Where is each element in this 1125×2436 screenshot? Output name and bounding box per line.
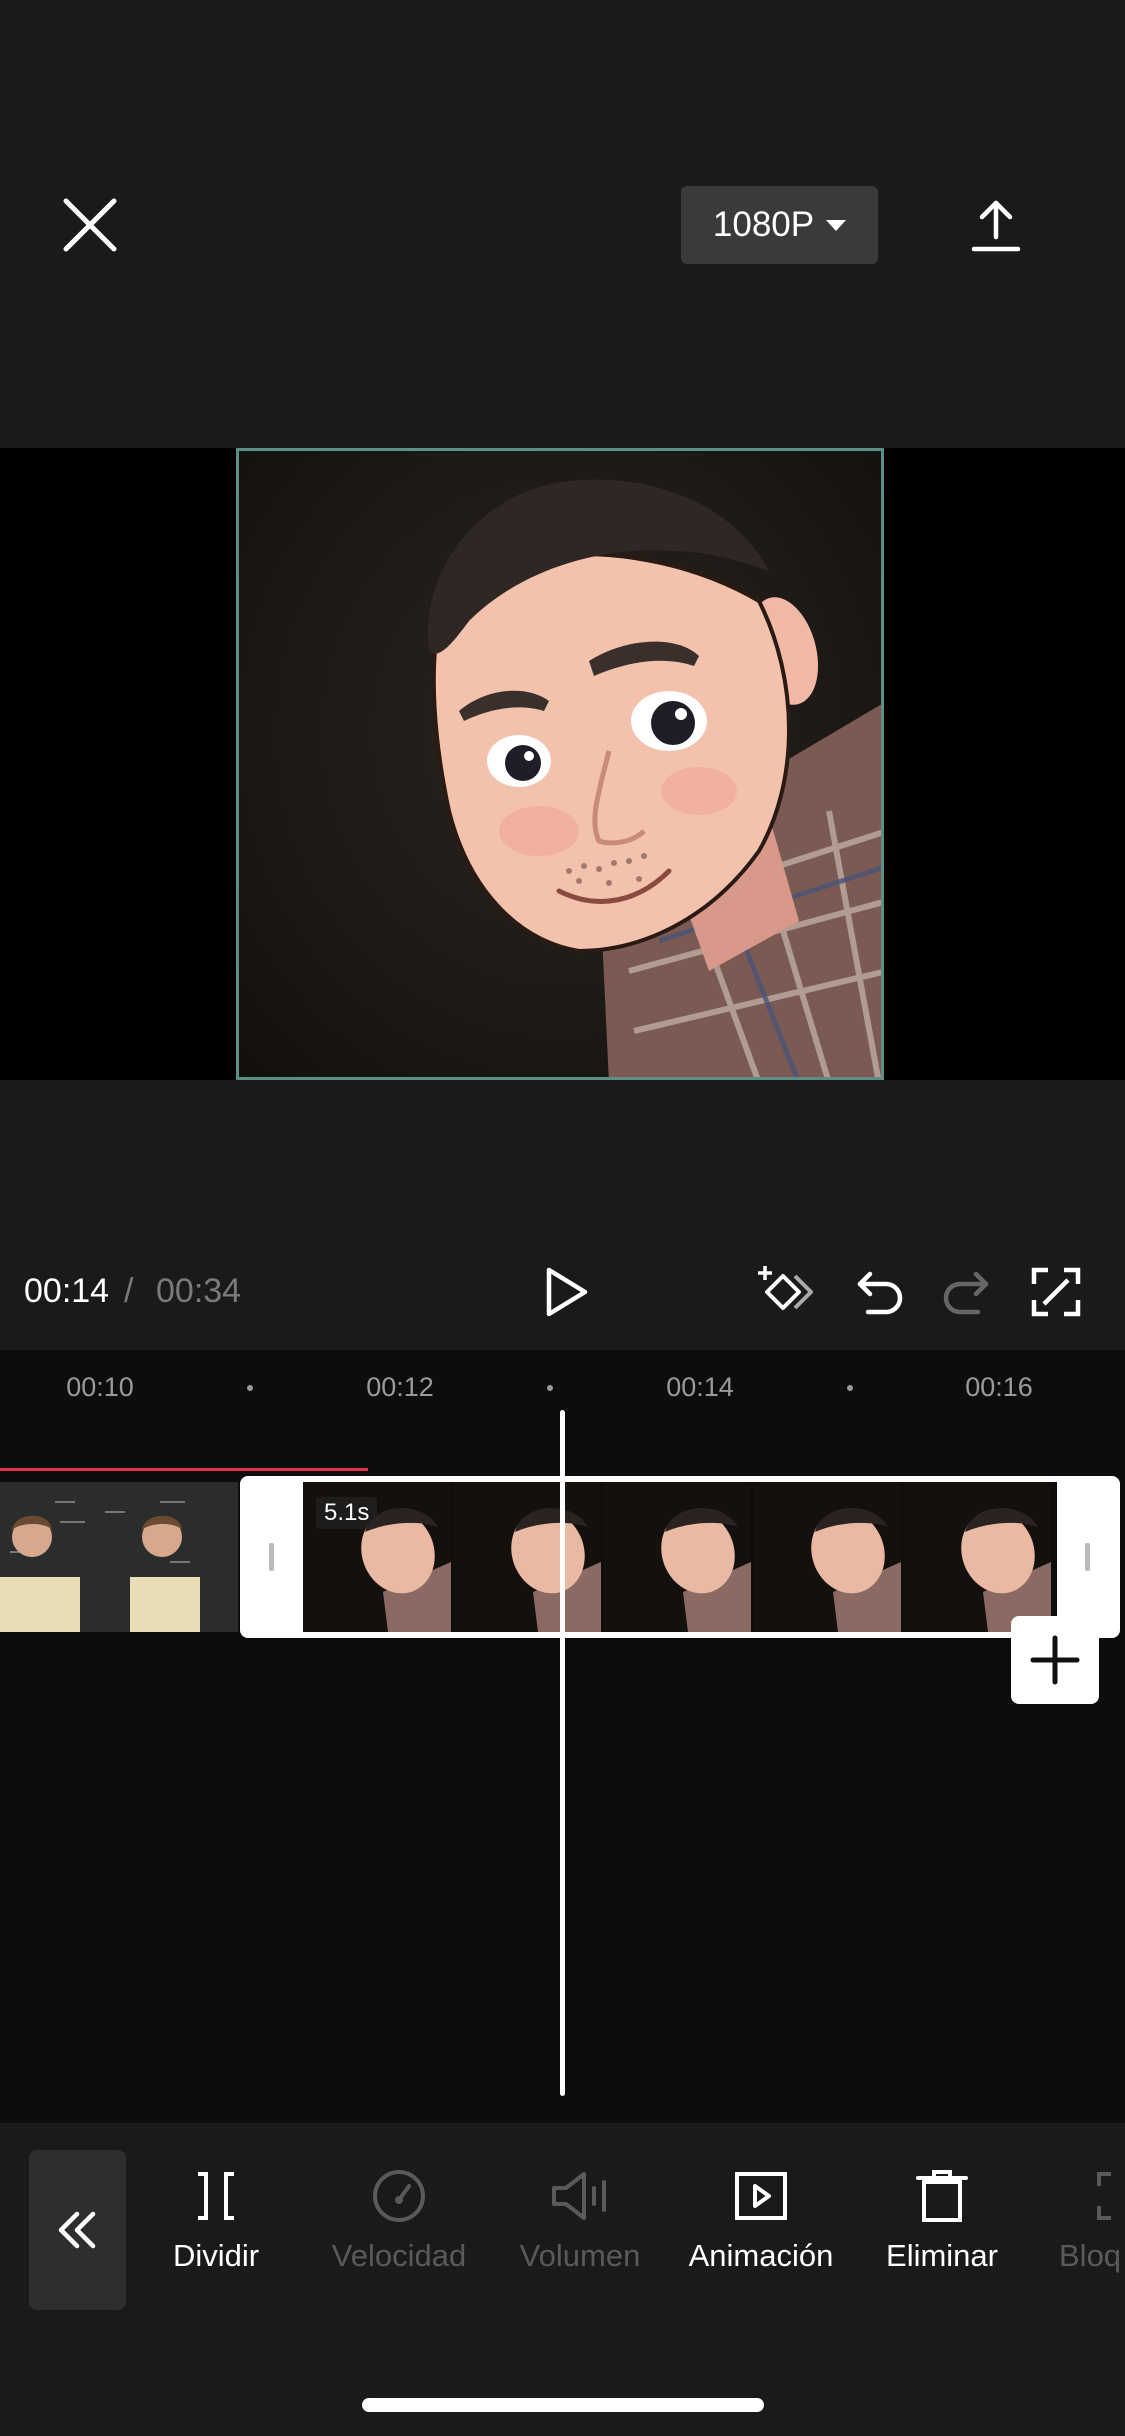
add-clip-button[interactable] xyxy=(1011,1616,1099,1704)
ruler-dot xyxy=(847,1385,853,1391)
close-icon xyxy=(63,198,117,252)
clip-thumbnail xyxy=(903,1482,1051,1632)
tool-speed[interactable]: Velocidad xyxy=(309,2168,489,2298)
speed-icon xyxy=(373,2170,425,2222)
tool-label: Eliminar xyxy=(886,2238,998,2273)
undo-icon xyxy=(857,1271,903,1315)
collapse-toolbar-button[interactable] xyxy=(29,2150,126,2310)
selected-clip-thumbnails xyxy=(303,1482,1057,1632)
ruler-dot xyxy=(247,1385,253,1391)
top-bar xyxy=(0,0,1125,448)
keyframe-add-icon xyxy=(758,1266,813,1310)
ruler-label: 00:14 xyxy=(666,1372,734,1402)
redo-button[interactable] xyxy=(938,1262,998,1322)
redo-icon xyxy=(943,1271,989,1315)
tool-split[interactable]: Dividir xyxy=(126,2168,306,2298)
close-button[interactable] xyxy=(60,195,120,255)
fullscreen-button[interactable] xyxy=(1026,1262,1086,1322)
tool-label: Volumen xyxy=(519,2238,641,2273)
export-icon xyxy=(971,200,1021,252)
volume-icon xyxy=(552,2172,606,2220)
resolution-label: 1080P xyxy=(712,205,815,244)
resolution-dropdown[interactable]: 1080P xyxy=(681,186,878,264)
play-icon xyxy=(546,1267,588,1317)
audio-track-line xyxy=(0,1468,368,1471)
clip-right-handle[interactable] xyxy=(1085,1543,1090,1571)
tool-animation[interactable]: Animación xyxy=(671,2168,851,2298)
clip-thumbnail xyxy=(453,1482,601,1632)
tool-volume[interactable]: Volumen xyxy=(490,2168,670,2298)
current-time: 00:14 xyxy=(24,1272,110,1310)
cartoon-portrait-image xyxy=(427,479,881,1077)
ruler-dot xyxy=(547,1385,553,1391)
previous-clip[interactable] xyxy=(0,1482,238,1632)
caret-down-icon xyxy=(826,219,847,231)
tool-label: Velocidad xyxy=(331,2238,467,2273)
clip-duration-label: 5.1s xyxy=(316,1497,378,1529)
playhead[interactable] xyxy=(560,1410,565,2096)
tool-label: Bloq xyxy=(1059,2238,1122,2273)
total-time: 00:34 xyxy=(156,1272,242,1310)
time-separator: / xyxy=(124,1272,134,1310)
animation-icon xyxy=(735,2172,787,2220)
trash-icon xyxy=(916,2170,968,2222)
clip-left-handle[interactable] xyxy=(269,1543,274,1571)
export-button[interactable] xyxy=(970,195,1022,255)
double-chevron-left-icon xyxy=(58,2211,96,2249)
tool-delete[interactable]: Eliminar xyxy=(852,2168,1032,2298)
tool-lock[interactable]: Bloq xyxy=(1033,2168,1125,2298)
home-indicator xyxy=(362,2398,764,2412)
tool-label: Dividir xyxy=(172,2238,260,2273)
split-icon xyxy=(198,2172,234,2220)
ruler-label: 00:16 xyxy=(965,1372,1033,1402)
ruler-label: 00:12 xyxy=(366,1372,434,1402)
play-button[interactable] xyxy=(535,1262,595,1322)
undo-button[interactable] xyxy=(848,1262,908,1322)
keyframe-button[interactable] xyxy=(755,1262,815,1322)
fullscreen-icon xyxy=(1031,1267,1081,1317)
clip-thumbnail xyxy=(0,1482,100,1632)
tool-label: Animación xyxy=(688,2238,834,2273)
clip-thumbnail xyxy=(753,1482,901,1632)
ruler-label: 00:10 xyxy=(66,1372,134,1402)
video-preview-frame[interactable] xyxy=(236,448,884,1080)
lock-icon xyxy=(1097,2172,1111,2220)
plus-icon xyxy=(1030,1635,1080,1685)
clip-thumbnail xyxy=(200,1482,238,1632)
clip-thumbnail xyxy=(603,1482,751,1632)
clip-thumbnail xyxy=(100,1482,200,1632)
